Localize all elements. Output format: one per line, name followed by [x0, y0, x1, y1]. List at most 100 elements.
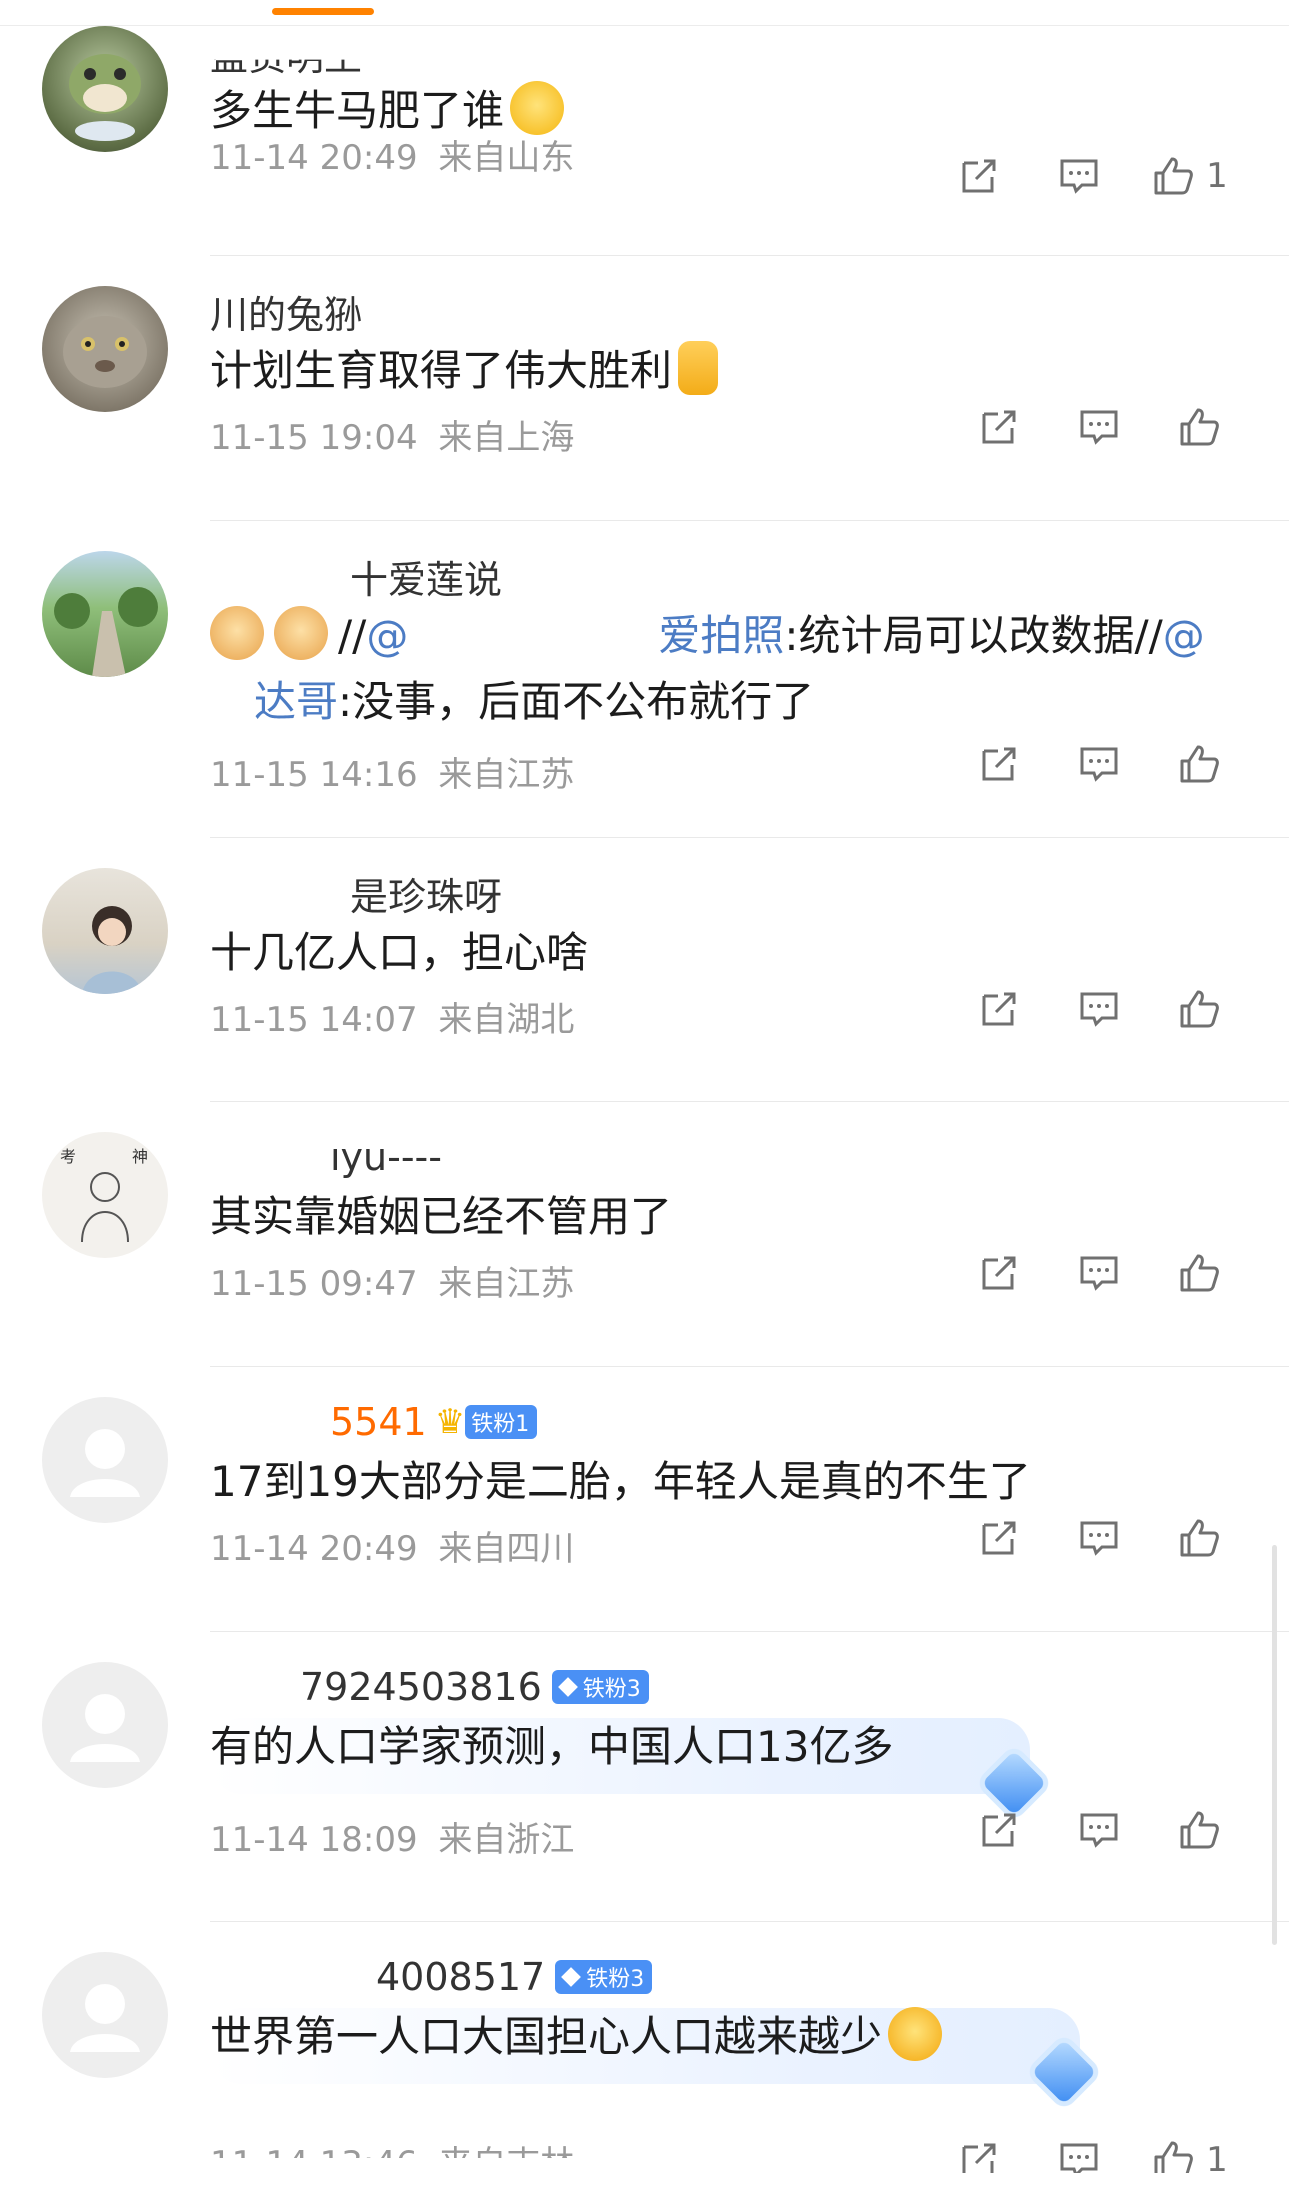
like-button[interactable] — [1149, 1802, 1249, 1858]
share-icon — [982, 410, 1016, 444]
like-button[interactable] — [1149, 736, 1249, 792]
comment-icon — [1060, 159, 1098, 194]
share-button[interactable] — [949, 1510, 1049, 1566]
dragon-icon — [69, 54, 141, 141]
comment-icon — [1060, 2143, 1098, 2173]
share-button[interactable] — [929, 148, 1029, 204]
svg-text:考: 考 — [60, 1147, 76, 1166]
laugh-cry-emoji-icon — [888, 2007, 943, 2061]
share-button[interactable] — [949, 736, 1049, 792]
comment-text: 计划生育取得了伟大胜利 — [210, 338, 719, 404]
comment-icon — [1080, 747, 1118, 782]
comment-actions — [949, 1245, 1249, 1301]
username[interactable]: 盘货明王 — [210, 28, 362, 79]
comment-item: 是珍珠呀 十几亿人口，担心啥 11-15 14:07 来自湖北 — [0, 838, 1289, 1102]
mention-link[interactable]: @ 爱拍照 — [366, 611, 784, 660]
like-button[interactable] — [1149, 981, 1249, 1037]
username[interactable]: 十爱莲说 — [210, 551, 502, 602]
share-button[interactable] — [949, 981, 1049, 1037]
comment-item: 5541 ♛ 铁粉1 17到19大部分是二胎，年轻人是真的不生了 11-14 2… — [0, 1367, 1289, 1632]
avatar[interactable] — [42, 286, 168, 412]
fan-badge[interactable]: 铁粉3 — [551, 1670, 649, 1704]
avatar[interactable] — [42, 1397, 168, 1523]
comment-actions: 1 — [929, 148, 1249, 204]
comment-meta: 11-15 19:04 来自上海 — [210, 418, 575, 458]
gem-icon — [557, 1677, 578, 1697]
reply-button[interactable] — [1049, 1245, 1149, 1301]
username[interactable]: 5541 ♛ 铁粉1 — [210, 1397, 538, 1447]
avatar[interactable] — [42, 868, 168, 994]
sketch-icon: 考 神 — [60, 1147, 148, 1243]
share-icon — [982, 747, 1016, 781]
reply-button[interactable] — [1029, 148, 1129, 204]
avatar[interactable] — [42, 551, 168, 677]
share-icon — [982, 1813, 1016, 1847]
thumbs-up-icon — [1154, 157, 1194, 195]
comment-actions — [949, 736, 1249, 792]
share-icon — [982, 992, 1016, 1026]
comment-meta: 11-15 14:16 来自江苏 — [210, 755, 575, 795]
like-button[interactable] — [1149, 399, 1249, 455]
share-icon — [982, 1256, 1016, 1290]
comment-item: 川的兔狲 计划生育取得了伟大胜利 11-15 19:04 来自上海 — [0, 256, 1289, 521]
username[interactable]: 4008517 铁粉3 — [210, 1952, 653, 2002]
fan-badge[interactable]: 铁粉1 — [465, 1405, 538, 1439]
username[interactable]: 是珍珠呀 — [210, 868, 502, 919]
username[interactable]: 川的兔狲 — [210, 286, 362, 337]
thumbs-up-icon — [1180, 1811, 1219, 1849]
avatar[interactable] — [42, 1662, 168, 1788]
share-icon — [962, 2143, 996, 2173]
like-button[interactable]: 1 — [1129, 2132, 1249, 2173]
doge-emoji-icon — [210, 606, 264, 660]
share-button[interactable] — [949, 1802, 1049, 1858]
comment-text-line2: 达哥:没事，后面不公布就行了 — [254, 677, 815, 726]
comment-meta: 11-14 20:49 来自四川 — [210, 1529, 575, 1569]
thumbs-up-icon — [1180, 745, 1219, 783]
share-button[interactable] — [929, 2132, 1029, 2173]
reply-button[interactable] — [1049, 736, 1149, 792]
comment-text: 十几亿人口，担心啥 — [210, 928, 589, 977]
reply-button[interactable] — [1049, 981, 1149, 1037]
share-button[interactable] — [949, 399, 1049, 455]
thumbs-up-icon — [1154, 2141, 1194, 2173]
reply-button[interactable] — [1049, 1802, 1149, 1858]
fan-badge[interactable]: 铁粉3 — [555, 1960, 653, 1994]
doge-emoji-icon — [274, 606, 328, 660]
like-button[interactable]: 1 — [1129, 148, 1249, 204]
reply-button[interactable] — [1029, 2132, 1129, 2173]
active-tab-indicator — [272, 8, 374, 15]
mention-link[interactable]: @ — [1163, 611, 1205, 660]
thumbs-up-icon — [1180, 1254, 1219, 1292]
comment-actions: 1 — [929, 2132, 1249, 2173]
scrollbar[interactable] — [1272, 1545, 1277, 1945]
like-button[interactable] — [1149, 1245, 1249, 1301]
thumbs-up-icon — [1180, 408, 1219, 446]
comment-actions — [949, 1802, 1249, 1858]
like-button[interactable] — [1149, 1510, 1249, 1566]
grin-emoji-icon — [510, 81, 565, 135]
avatar[interactable]: 考 神 — [42, 1132, 168, 1258]
comment-icon — [1080, 410, 1118, 445]
comment-meta: 11-15 09:47 来自江苏 — [210, 1264, 575, 1304]
avatar[interactable] — [42, 1952, 168, 2078]
comment-text: 17到19大部分是二胎，年轻人是真的不生了 — [210, 1457, 1031, 1506]
reply-button[interactable] — [1049, 1510, 1149, 1566]
top-tab-bar — [0, 0, 1289, 26]
share-button[interactable] — [949, 1245, 1049, 1301]
default-user-icon — [70, 1984, 140, 2052]
manul-icon — [63, 316, 147, 388]
thumbs-up-icon — [1180, 990, 1219, 1028]
mention-link[interactable]: 达哥 — [254, 677, 338, 726]
comment-meta: 11-15 14:07 来自湖北 — [210, 1000, 575, 1040]
comment-icon — [1080, 1813, 1118, 1848]
share-icon — [982, 1521, 1016, 1555]
victory-hand-emoji-icon — [678, 341, 719, 395]
svg-text:神: 神 — [132, 1147, 148, 1166]
username[interactable]: ıyu---- — [210, 1132, 442, 1182]
username[interactable]: 7924503816 铁粉3 — [210, 1662, 649, 1712]
comment-item: 盘货明王 多生牛马肥了谁 11-14 20:49 来自山东 1 — [0, 26, 1289, 256]
comment-meta: 11-14 20:49 来自山东 — [210, 138, 575, 178]
avatar[interactable] — [42, 26, 168, 152]
comment-item: 十爱莲说 //@ 爱拍照:统计局可以改数据//@ 达哥:没事，后面不公布就行了 1… — [0, 521, 1289, 838]
reply-button[interactable] — [1049, 399, 1149, 455]
